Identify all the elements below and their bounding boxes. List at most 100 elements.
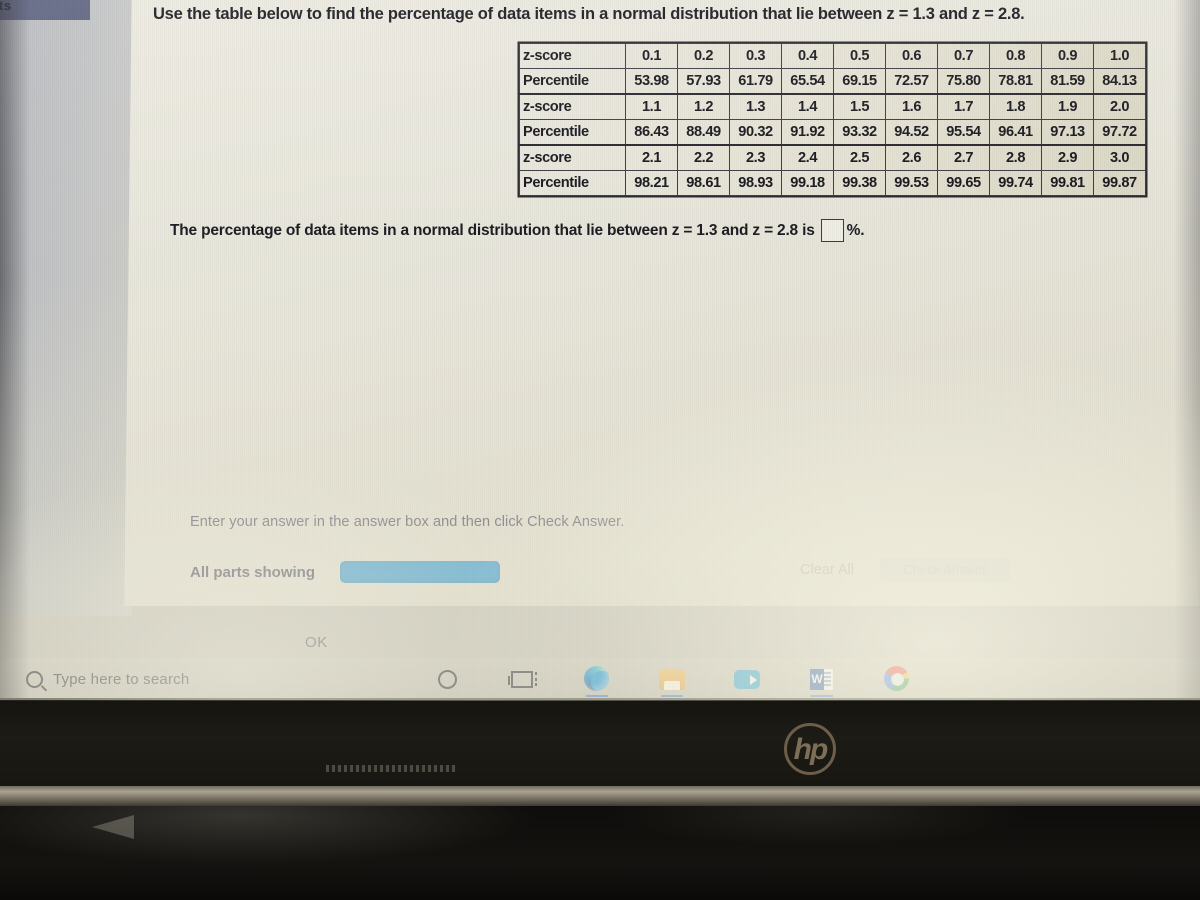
table-cell: 72.57 <box>885 68 938 95</box>
row-label-z-score: z-score <box>519 144 626 171</box>
google-chrome-icon[interactable] <box>884 666 910 692</box>
laptop-photo: ts Use the table below to find the perce… <box>0 0 1200 900</box>
table-row: z-score 2.1 2.2 2.3 2.4 2.5 2.6 2.7 2.8 … <box>519 144 1146 171</box>
table-cell: 0.6 <box>885 43 938 69</box>
row-label-percentile: Percentile <box>519 119 626 146</box>
table-cell: 99.18 <box>781 170 834 196</box>
table-cell: 95.54 <box>937 119 990 146</box>
table-cell: 0.2 <box>677 43 730 69</box>
table-cell: 2.2 <box>677 144 730 171</box>
table-cell: 86.43 <box>625 119 678 146</box>
table-cell: 2.7 <box>937 144 990 171</box>
microsoft-edge-icon[interactable] <box>584 666 610 697</box>
row-label-z-score: z-score <box>519 93 626 120</box>
bezel-vent <box>326 765 456 772</box>
microsoft-word-icon[interactable] <box>809 666 835 697</box>
table-cell: 96.41 <box>989 119 1042 146</box>
laptop-hinge <box>0 786 1200 808</box>
laptop-deck <box>0 806 1200 900</box>
table-row: Percentile 53.98 57.93 61.79 65.54 69.15… <box>519 68 1146 95</box>
table-cell: 99.74 <box>989 170 1042 196</box>
z-score-percentile-table: z-score 0.1 0.2 0.3 0.4 0.5 0.6 0.7 0.8 … <box>519 43 1146 196</box>
table-cell: 1.1 <box>625 93 678 120</box>
table-cell: 99.38 <box>833 170 886 196</box>
laptop-screen: ts Use the table below to find the perce… <box>0 0 1200 700</box>
table-row: Percentile 86.43 88.49 90.32 91.92 93.32… <box>519 119 1146 146</box>
table-cell: 78.81 <box>989 68 1042 95</box>
laptop-bezel <box>0 698 1200 796</box>
table-cell: 2.9 <box>1041 144 1094 171</box>
table-cell: 1.4 <box>781 93 834 120</box>
table-cell: 3.0 <box>1093 144 1146 171</box>
row-label-percentile: Percentile <box>519 170 626 196</box>
table-cell: 99.87 <box>1093 170 1146 196</box>
row-label-percentile: Percentile <box>519 68 626 95</box>
taskbar-search[interactable]: Type here to search <box>22 666 306 692</box>
search-icon <box>22 666 47 692</box>
table-cell: 2.4 <box>781 144 834 171</box>
hp-logo: hp <box>784 723 836 775</box>
table-cell: 1.3 <box>729 93 782 120</box>
table-cell: 97.13 <box>1041 119 1094 146</box>
file-explorer-icon[interactable] <box>659 666 685 697</box>
table-cell: 1.9 <box>1041 93 1094 120</box>
table-cell: 99.81 <box>1041 170 1094 196</box>
desktop-background <box>0 0 132 616</box>
answer-sentence-before: The percentage of data items in a normal… <box>170 221 815 239</box>
table-cell: 75.80 <box>937 68 990 95</box>
zoom-icon[interactable] <box>734 666 760 692</box>
table-cell: 1.5 <box>833 93 886 120</box>
bezel-highlight <box>0 698 1200 701</box>
table-cell: 1.7 <box>937 93 990 120</box>
table-cell: 0.5 <box>833 43 886 69</box>
question-prompt: Use the table below to find the percenta… <box>153 5 1025 23</box>
table-cell: 88.49 <box>677 119 730 146</box>
table-cell: 91.92 <box>781 119 834 146</box>
table-cell: 98.21 <box>625 170 678 196</box>
table-row: z-score 0.1 0.2 0.3 0.4 0.5 0.6 0.7 0.8 … <box>519 43 1146 69</box>
table-cell: 0.3 <box>729 43 782 69</box>
table-cell: 1.0 <box>1093 43 1146 69</box>
ok-button[interactable]: OK <box>305 634 328 651</box>
table-cell: 2.8 <box>989 144 1042 171</box>
table-cell: 94.52 <box>885 119 938 146</box>
primary-action-button[interactable] <box>340 561 501 583</box>
table-cell: 69.15 <box>833 68 886 95</box>
table-cell: 2.3 <box>729 144 782 171</box>
table-cell: 98.61 <box>677 170 730 196</box>
check-answer-button[interactable]: Check Answer <box>880 558 1010 582</box>
search-input-placeholder: Type here to search <box>53 670 190 688</box>
table-cell: 0.8 <box>989 43 1042 69</box>
row-label-z-score: z-score <box>519 43 626 69</box>
ztable-body: z-score 0.1 0.2 0.3 0.4 0.5 0.6 0.7 0.8 … <box>519 43 1146 196</box>
parts-controls-row: All parts showing <box>190 558 990 586</box>
answer-sentence-after: %. <box>846 221 865 239</box>
taskbar-icons <box>434 666 910 697</box>
table-cell: 99.53 <box>885 170 938 196</box>
table-cell: 65.54 <box>781 68 834 95</box>
enter-answer-instruction: Enter your answer in the answer box and … <box>190 514 625 530</box>
table-cell: 90.32 <box>729 119 782 146</box>
table-cell: 2.5 <box>833 144 886 171</box>
table-cell: 81.59 <box>1041 68 1094 95</box>
clear-all-button[interactable]: Clear All <box>800 562 854 578</box>
table-cell: 93.32 <box>833 119 886 146</box>
deck-arrow-marking <box>92 815 134 839</box>
table-cell: 97.72 <box>1093 119 1146 146</box>
table-cell: 0.7 <box>937 43 990 69</box>
cortana-icon[interactable] <box>434 666 460 692</box>
table-cell: 57.93 <box>677 68 730 95</box>
task-view-icon[interactable] <box>508 666 537 692</box>
answer-input[interactable] <box>820 219 844 242</box>
windows-taskbar: Type here to search <box>0 658 1200 700</box>
table-cell: 0.4 <box>781 43 834 69</box>
table-cell: 61.79 <box>729 68 782 95</box>
table-cell: 2.0 <box>1093 93 1146 120</box>
table-row: z-score 1.1 1.2 1.3 1.4 1.5 1.6 1.7 1.8 … <box>519 93 1146 120</box>
table-cell: 99.65 <box>937 170 990 196</box>
table-cell: 0.9 <box>1041 43 1094 69</box>
table-cell: 84.13 <box>1093 68 1146 95</box>
table-cell: 1.8 <box>989 93 1042 120</box>
table-cell: 0.1 <box>625 43 678 69</box>
table-cell: 2.1 <box>625 144 678 171</box>
